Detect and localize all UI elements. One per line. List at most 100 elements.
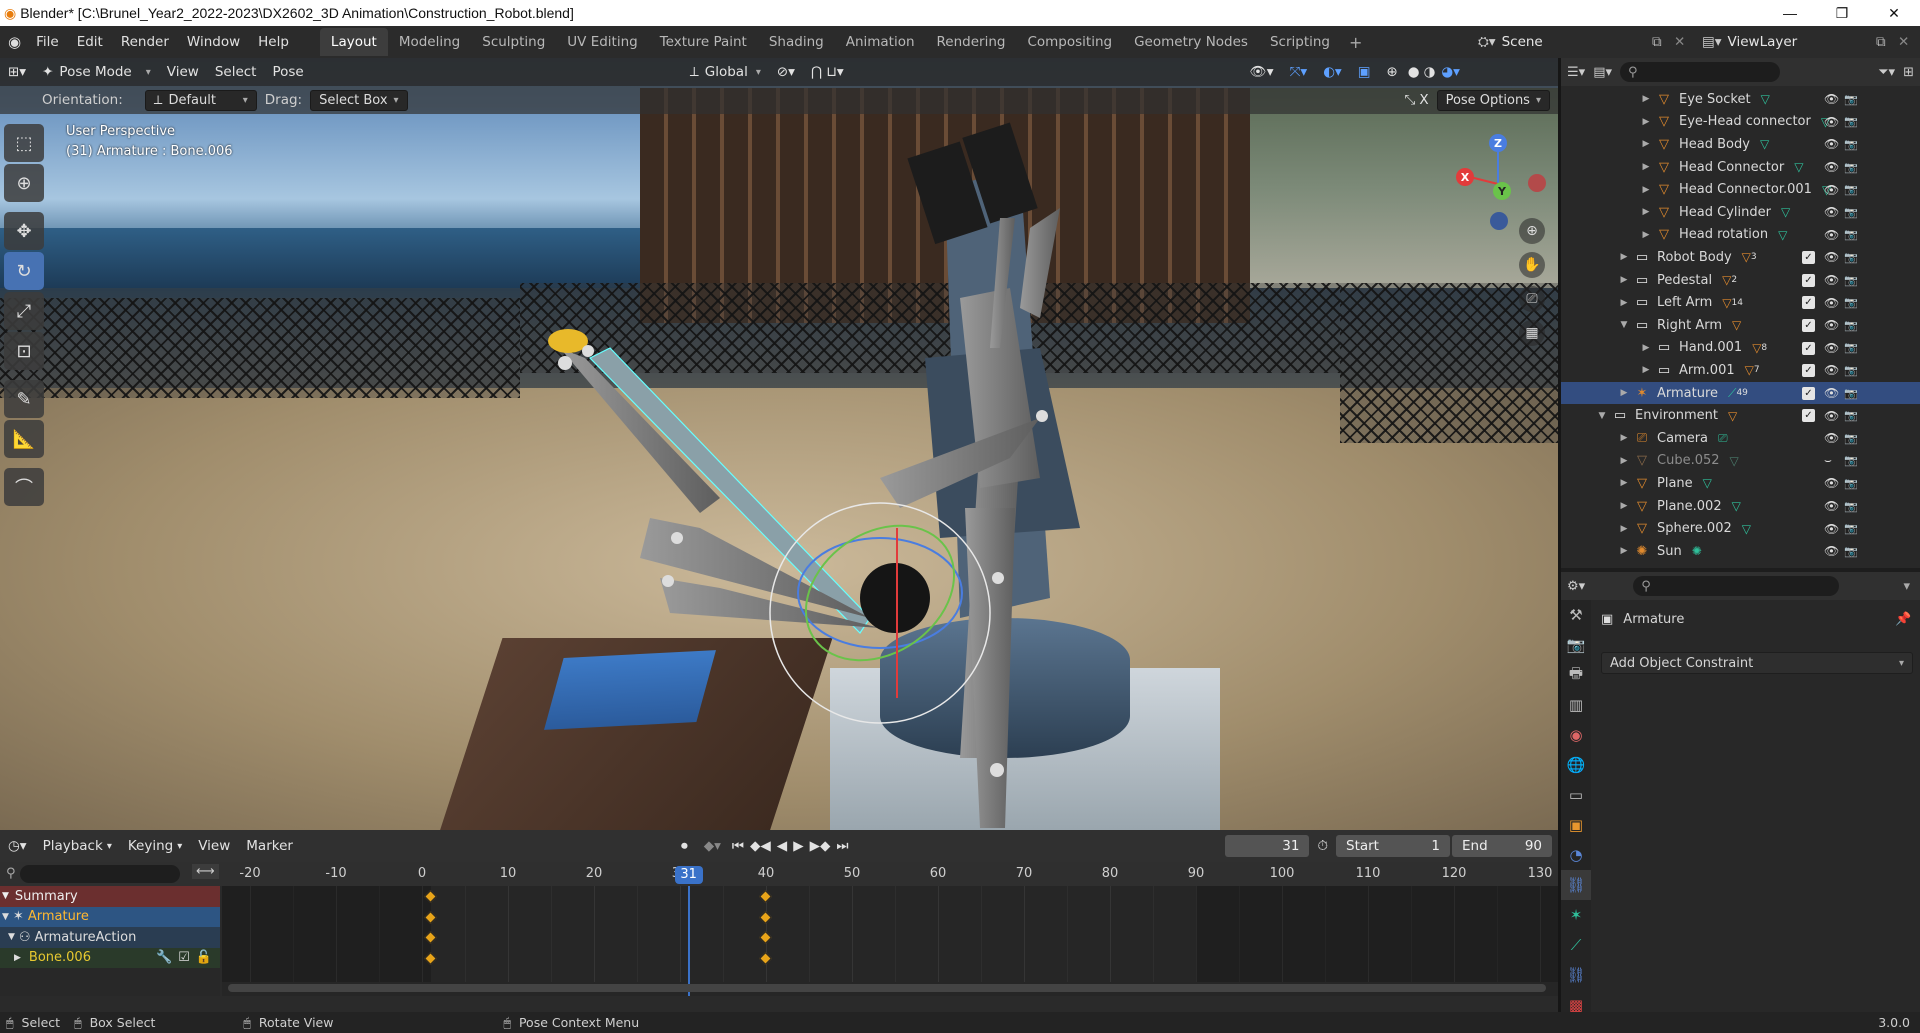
- outliner-editor-icon[interactable]: ☰▾: [1567, 65, 1585, 80]
- shading-solid-icon[interactable]: ●: [1406, 64, 1422, 80]
- tab-layout[interactable]: Layout: [319, 28, 388, 56]
- new-collection-icon[interactable]: ⊞: [1903, 65, 1914, 80]
- tab-rendering[interactable]: Rendering: [926, 28, 1017, 56]
- menu-help[interactable]: Help: [249, 34, 298, 50]
- channel-armature[interactable]: ▼ ✶ Armature: [0, 906, 220, 927]
- menu-keying[interactable]: Keying ▾: [120, 838, 190, 854]
- collapse-triangle-icon[interactable]: ▶: [1641, 230, 1651, 240]
- eye-icon[interactable]: 👁: [1824, 160, 1839, 174]
- playhead-line[interactable]: [687, 886, 690, 996]
- bone-tab-icon[interactable]: ⟋: [1561, 930, 1591, 960]
- collapse-triangle-icon[interactable]: ▶: [1641, 117, 1651, 127]
- hidden-eye-icon[interactable]: ⌣: [1824, 453, 1832, 468]
- render-camera-icon[interactable]: 📷: [1844, 161, 1858, 174]
- render-camera-icon[interactable]: 📷: [1844, 522, 1858, 535]
- eye-icon[interactable]: 👁: [1824, 250, 1839, 264]
- gizmo-y-axis[interactable]: Y: [1493, 182, 1511, 200]
- camera-view-icon[interactable]: ⎚: [1519, 286, 1545, 312]
- eye-icon[interactable]: 👁: [1824, 522, 1839, 536]
- child-objects-icon[interactable]: ▽: [1742, 250, 1751, 264]
- pivot-point-icon[interactable]: ⊘▾: [769, 64, 803, 80]
- pin-icon[interactable]: 📌: [1895, 612, 1911, 627]
- outliner-row[interactable]: ▶ ▭ Robot Body ▽ 3 ✓ 👁 📷: [1561, 246, 1920, 269]
- add-object-constraint-dropdown[interactable]: Add Object Constraint ▾: [1601, 652, 1913, 674]
- zoom-icon[interactable]: ⊕: [1519, 218, 1545, 244]
- render-camera-icon[interactable]: 📷: [1844, 319, 1858, 332]
- collapse-triangle-icon[interactable]: ▶: [1619, 298, 1629, 308]
- outliner-row[interactable]: ▶ ▽ Head rotation ▽ 👁 📷: [1561, 224, 1920, 247]
- menu-window[interactable]: Window: [178, 34, 249, 50]
- horizontal-scrollbar[interactable]: [228, 984, 1546, 992]
- render-camera-icon[interactable]: 📷: [1844, 115, 1858, 128]
- bone-constraint-tab-icon[interactable]: ⛓: [1561, 960, 1591, 990]
- outliner-row[interactable]: ▶ ▽ Plane ▽ 👁 📷: [1561, 472, 1920, 495]
- 3d-viewport[interactable]: User Perspective (31) Armature : Bone.00…: [0, 58, 1558, 830]
- menu-select[interactable]: Select: [207, 64, 265, 80]
- collapse-triangle-icon[interactable]: ▶: [1619, 501, 1629, 511]
- eye-icon[interactable]: 👁: [1824, 296, 1839, 310]
- gizmo-neg-x[interactable]: [1528, 174, 1546, 192]
- eye-icon[interactable]: 👁: [1824, 431, 1839, 445]
- object-tab-icon[interactable]: ▣: [1561, 810, 1591, 840]
- object-data-icon[interactable]: ▽: [1760, 137, 1769, 151]
- menu-file[interactable]: File: [27, 34, 68, 50]
- relax-pose-tool-icon[interactable]: ⌒: [4, 468, 44, 506]
- display-mode-icon[interactable]: ▤▾: [1593, 65, 1612, 80]
- outliner-row[interactable]: ▶ ▽ Plane.002 ▽ 👁 📷: [1561, 495, 1920, 518]
- object-data-icon[interactable]: ✺: [1692, 544, 1702, 558]
- select-box-tool-icon[interactable]: ⬚: [4, 124, 44, 162]
- outliner-row[interactable]: ▶ ✶ Armature ⟋ 49 ✓ 👁 📷: [1561, 381, 1920, 405]
- output-tab-icon[interactable]: 🖶: [1561, 660, 1591, 690]
- child-objects-icon[interactable]: ▽: [1752, 341, 1761, 355]
- object-data-armature-tab-icon[interactable]: ✶: [1561, 900, 1591, 930]
- menu-timeline-view[interactable]: View: [190, 838, 238, 854]
- object-data-icon[interactable]: ⟋: [1728, 386, 1736, 401]
- eye-icon[interactable]: 👁: [1824, 183, 1839, 197]
- next-keyframe-icon[interactable]: ▶◆: [807, 838, 834, 854]
- keyframe-type-icon[interactable]: ◆▾: [696, 838, 729, 854]
- view-layer-selector[interactable]: ▤▾ ViewLayer ⧉ ✕: [1702, 30, 1909, 54]
- exclude-checkbox-icon[interactable]: ✓: [1802, 386, 1815, 400]
- collapse-triangle-icon[interactable]: ▶: [1619, 478, 1629, 488]
- exclude-checkbox-icon[interactable]: ✓: [1802, 409, 1815, 423]
- checkbox-icon[interactable]: ☑: [178, 950, 190, 965]
- outliner-row[interactable]: ▶ ▽ Eye-Head connector ▽ 👁 📷: [1561, 111, 1920, 134]
- outliner-row[interactable]: ▶ ▽ Eye Socket ▽ 👁 📷: [1561, 88, 1920, 111]
- render-camera-icon[interactable]: 📷: [1844, 228, 1858, 241]
- exclude-checkbox-icon[interactable]: ✓: [1802, 273, 1815, 287]
- object-data-icon[interactable]: ▽: [1781, 205, 1790, 219]
- eye-icon[interactable]: 👁: [1824, 318, 1839, 332]
- collection-tab-icon[interactable]: ▭: [1561, 780, 1591, 810]
- channel-search-input[interactable]: [20, 865, 180, 883]
- lock-icon[interactable]: 🔓: [196, 950, 212, 965]
- render-camera-icon[interactable]: 📷: [1844, 341, 1858, 354]
- tool-tab-icon[interactable]: ⚒: [1561, 600, 1591, 630]
- collapse-triangle-icon[interactable]: ▶: [1641, 343, 1651, 353]
- pose-options-dropdown[interactable]: Pose Options ▾: [1436, 89, 1550, 111]
- view-layer-tab-icon[interactable]: ▥: [1561, 690, 1591, 720]
- eye-icon[interactable]: 👁: [1824, 115, 1839, 129]
- current-frame-field[interactable]: 31: [1225, 835, 1310, 857]
- close-icon[interactable]: ✕: [1868, 5, 1920, 22]
- area-divider[interactable]: [1558, 58, 1561, 1012]
- child-objects-icon[interactable]: ▽: [1745, 363, 1754, 377]
- rotate-tool-icon[interactable]: ↻: [4, 252, 44, 290]
- collapse-triangle-icon[interactable]: ▶: [1619, 456, 1629, 466]
- tab-scripting[interactable]: Scripting: [1259, 28, 1341, 56]
- render-camera-icon[interactable]: 📷: [1844, 93, 1858, 106]
- channel-armature-action[interactable]: ▼ ⚇ ArmatureAction: [0, 927, 220, 948]
- gizmo-z-axis[interactable]: Z: [1489, 134, 1507, 152]
- render-camera-icon[interactable]: 📷: [1844, 409, 1858, 422]
- gizmo-neg-z[interactable]: [1490, 212, 1508, 230]
- eye-icon[interactable]: 👁: [1824, 92, 1839, 106]
- outliner-row[interactable]: ▶ ▭ Arm.001 ▽ 7 ✓ 👁 📷: [1561, 359, 1920, 382]
- collapse-triangle-icon[interactable]: ▶: [1641, 162, 1651, 172]
- expand-triangle-icon[interactable]: ▼: [1597, 411, 1607, 421]
- add-workspace-icon[interactable]: +: [1341, 33, 1370, 52]
- outliner-row[interactable]: ▼ ▭ Right Arm ▽ ✓ 👁 📷: [1561, 314, 1920, 337]
- eye-icon[interactable]: 👁: [1824, 341, 1839, 355]
- eye-icon[interactable]: 👁: [1824, 386, 1839, 400]
- transform-tool-icon[interactable]: ⊡: [4, 332, 44, 370]
- render-camera-icon[interactable]: 📷: [1844, 477, 1858, 490]
- constraint-tab-icon[interactable]: ⛓: [1561, 870, 1591, 900]
